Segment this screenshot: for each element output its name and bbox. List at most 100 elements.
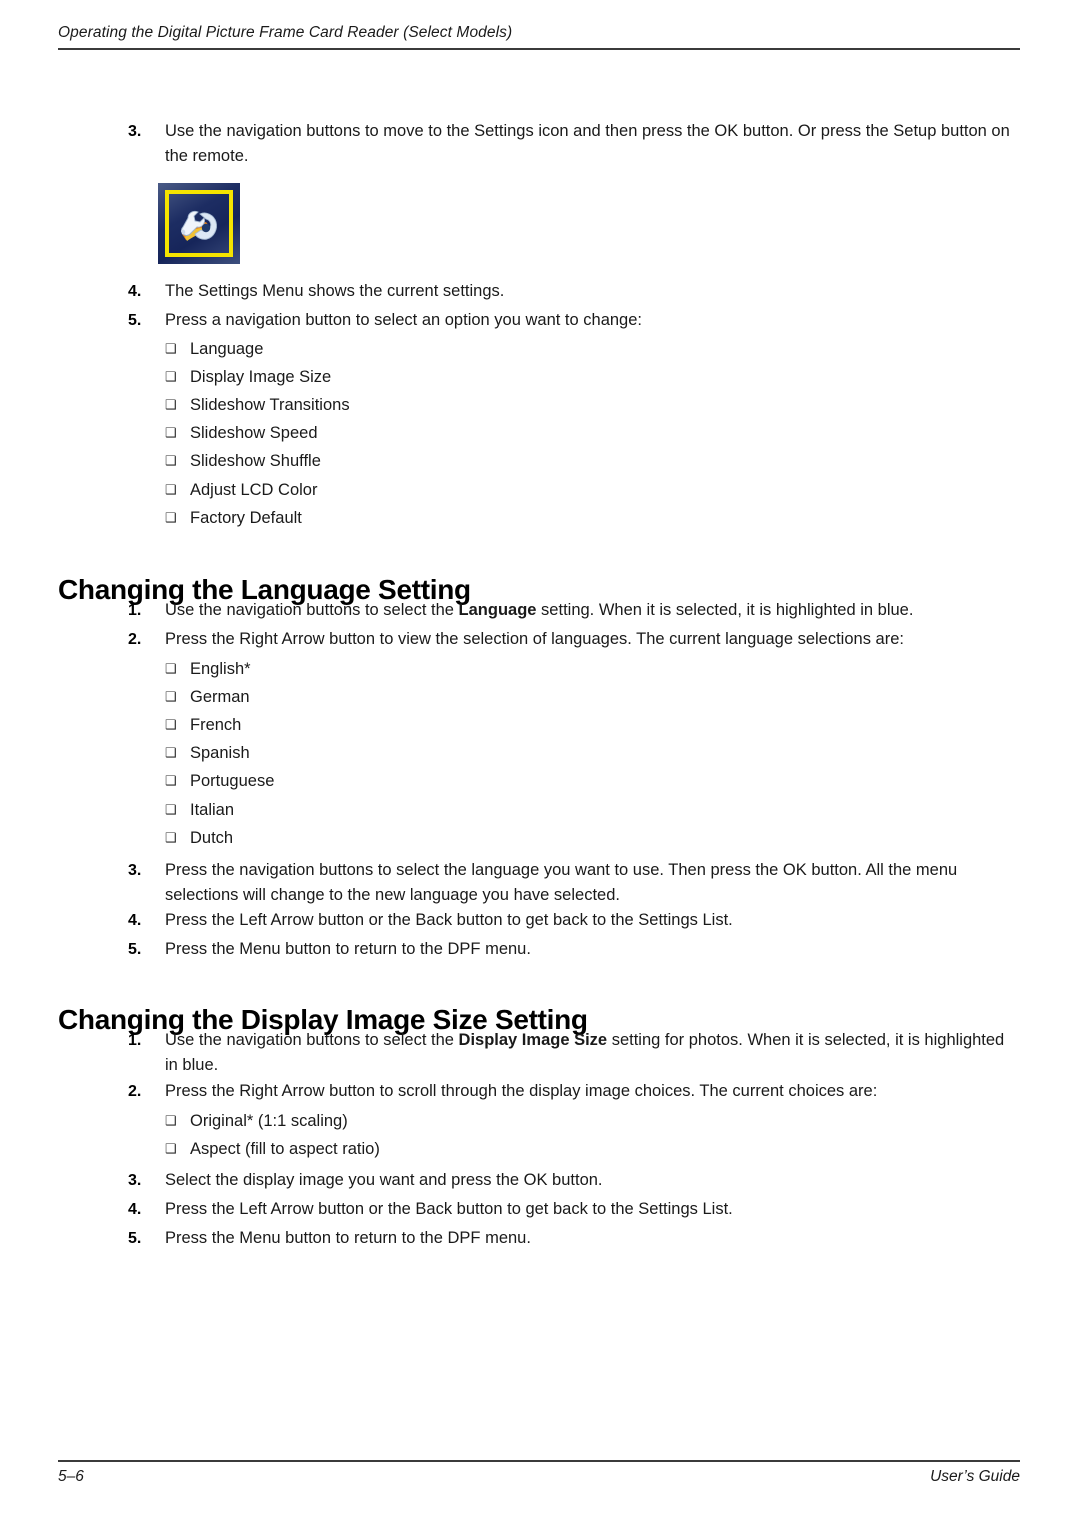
running-header: Operating the Digital Picture Frame Card… [58, 24, 1020, 42]
list-item-label: Slideshow Transitions [190, 396, 350, 414]
list-item-label: Portuguese [190, 772, 275, 790]
document-page: Operating the Digital Picture Frame Card… [0, 0, 1080, 1524]
step-number: 4. [128, 283, 142, 300]
square-bullet-icon: ❑ [165, 397, 177, 412]
step-text: Use the navigation buttons to move to th… [165, 122, 1010, 165]
list-item-language: ❑ English* [165, 656, 251, 682]
list-item-language: ❑ Italian [165, 797, 234, 823]
list-item-label: Spanish [190, 744, 250, 762]
display-size-step-1: 1. Use the navigation buttons to select … [128, 1028, 1020, 1078]
step-text: Press a navigation button to select an o… [165, 311, 642, 329]
list-item-language: ❑ Portuguese [165, 768, 274, 794]
step-number: 5. [128, 941, 142, 958]
step-number: 3. [128, 123, 142, 140]
list-item-setting-option: ❑ Display Image Size [165, 364, 331, 390]
list-item-label: Factory Default [190, 509, 302, 527]
step-text: Press the Menu button to return to the D… [165, 1229, 531, 1247]
list-item-label: Adjust LCD Color [190, 481, 318, 499]
footer-guide-label: User’s Guide [930, 1468, 1020, 1485]
list-item-language: ❑ French [165, 712, 241, 738]
step-5-intro: 5. Press a navigation button to select a… [128, 308, 1020, 333]
step-3-intro: 3. Use the navigation buttons to move to… [128, 119, 1020, 169]
list-item-setting-option: ❑ Slideshow Transitions [165, 392, 350, 418]
step-text: Press the Right Arrow button to view the… [165, 630, 904, 648]
list-item-language: ❑ Dutch [165, 825, 233, 851]
step-text: Use the navigation buttons to select the… [165, 1028, 1020, 1078]
square-bullet-icon: ❑ [165, 341, 177, 356]
display-size-step-5: 5. Press the Menu button to return to th… [128, 1226, 1020, 1251]
step-number: 3. [128, 862, 142, 879]
square-bullet-icon: ❑ [165, 802, 177, 817]
list-item-label: Display Image Size [190, 368, 332, 386]
list-item-setting-option: ❑ Adjust LCD Color [165, 477, 317, 503]
step-number: 2. [128, 1083, 142, 1100]
list-item-language: ❑ German [165, 684, 250, 710]
language-step-5: 5. Press the Menu button to return to th… [128, 937, 1020, 962]
square-bullet-icon: ❑ [165, 1141, 177, 1156]
list-item-label: German [190, 688, 250, 706]
step-text: Press the navigation buttons to select t… [165, 861, 958, 904]
square-bullet-icon: ❑ [165, 510, 177, 525]
square-bullet-icon: ❑ [165, 482, 177, 497]
step-text: Press the Left Arrow button or the Back … [165, 911, 733, 929]
step-number: 4. [128, 912, 142, 929]
square-bullet-icon: ❑ [165, 369, 177, 384]
square-bullet-icon: ❑ [165, 773, 177, 788]
list-item-display-choice: ❑ Aspect (fill to aspect ratio) [165, 1136, 380, 1162]
list-item-label: Language [190, 340, 264, 358]
footer-page-number: 5–6 [58, 1468, 84, 1485]
list-item-label: Original* (1:1 scaling) [190, 1112, 348, 1130]
list-item-label: Dutch [190, 829, 234, 847]
step-number: 3. [128, 1172, 142, 1189]
list-item-label: Slideshow Shuffle [190, 452, 321, 470]
list-item-setting-option: ❑ Slideshow Speed [165, 420, 318, 446]
step-4-intro: 4. The Settings Menu shows the current s… [128, 279, 1020, 304]
square-bullet-icon: ❑ [165, 745, 177, 760]
step-number: 5. [128, 312, 142, 329]
step-number: 1. [128, 602, 142, 619]
list-item-label: Slideshow Speed [190, 424, 318, 442]
step-text: Press the Left Arrow button or the Back … [165, 1200, 733, 1218]
footer-divider [58, 1460, 1020, 1462]
step-text-tail: setting. When it is selected, it is high… [536, 601, 914, 619]
step-number: 4. [128, 1201, 142, 1218]
language-step-1: 1. Use the navigation buttons to select … [128, 598, 1020, 623]
step-text-lead: Use the navigation buttons to select the [165, 601, 459, 619]
list-item-label: French [190, 716, 242, 734]
square-bullet-icon: ❑ [165, 830, 177, 845]
list-item-language: ❑ Spanish [165, 740, 250, 766]
header-divider [58, 48, 1020, 50]
list-item-setting-option: ❑ Slideshow Shuffle [165, 448, 321, 474]
step-number: 2. [128, 631, 142, 648]
language-step-2: 2. Press the Right Arrow button to view … [128, 627, 1020, 652]
square-bullet-icon: ❑ [165, 453, 177, 468]
step-text: Use the navigation buttons to select the… [165, 598, 1020, 623]
step-number: 1. [128, 1032, 142, 1049]
display-size-step-2: 2. Press the Right Arrow button to scrol… [128, 1079, 1020, 1104]
step-number: 5. [128, 1230, 142, 1247]
step-text-lead: Use the navigation buttons to select the [165, 1031, 459, 1049]
square-bullet-icon: ❑ [165, 689, 177, 704]
step-text: The Settings Menu shows the current sett… [165, 282, 505, 300]
list-item-label: English* [190, 660, 251, 678]
display-size-step-4: 4. Press the Left Arrow button or the Ba… [128, 1197, 1020, 1222]
square-bullet-icon: ❑ [165, 661, 177, 676]
step-text: Press the Right Arrow button to scroll t… [165, 1082, 878, 1100]
square-bullet-icon: ❑ [165, 425, 177, 440]
language-step-4: 4. Press the Left Arrow button or the Ba… [128, 908, 1020, 933]
square-bullet-icon: ❑ [165, 1113, 177, 1128]
square-bullet-icon: ❑ [165, 717, 177, 732]
running-header-title: Operating the Digital Picture Frame Card… [58, 24, 513, 41]
list-item-label: Italian [190, 801, 235, 819]
list-item-display-choice: ❑ Original* (1:1 scaling) [165, 1108, 348, 1134]
list-item-setting-option: ❑ Factory Default [165, 505, 302, 531]
step-text-emphasis: Display Image Size [458, 1031, 608, 1049]
step-text-emphasis: Language [458, 601, 537, 619]
language-step-3: 3. Press the navigation buttons to selec… [128, 858, 1020, 908]
list-item-setting-option: ❑ Language [165, 336, 263, 362]
display-size-step-3: 3. Select the display image you want and… [128, 1168, 1020, 1193]
settings-wrench-icon [181, 210, 217, 241]
settings-menu-icon-figure [158, 183, 240, 264]
step-text: Press the Menu button to return to the D… [165, 940, 531, 958]
step-text: Select the display image you want and pr… [165, 1171, 603, 1189]
